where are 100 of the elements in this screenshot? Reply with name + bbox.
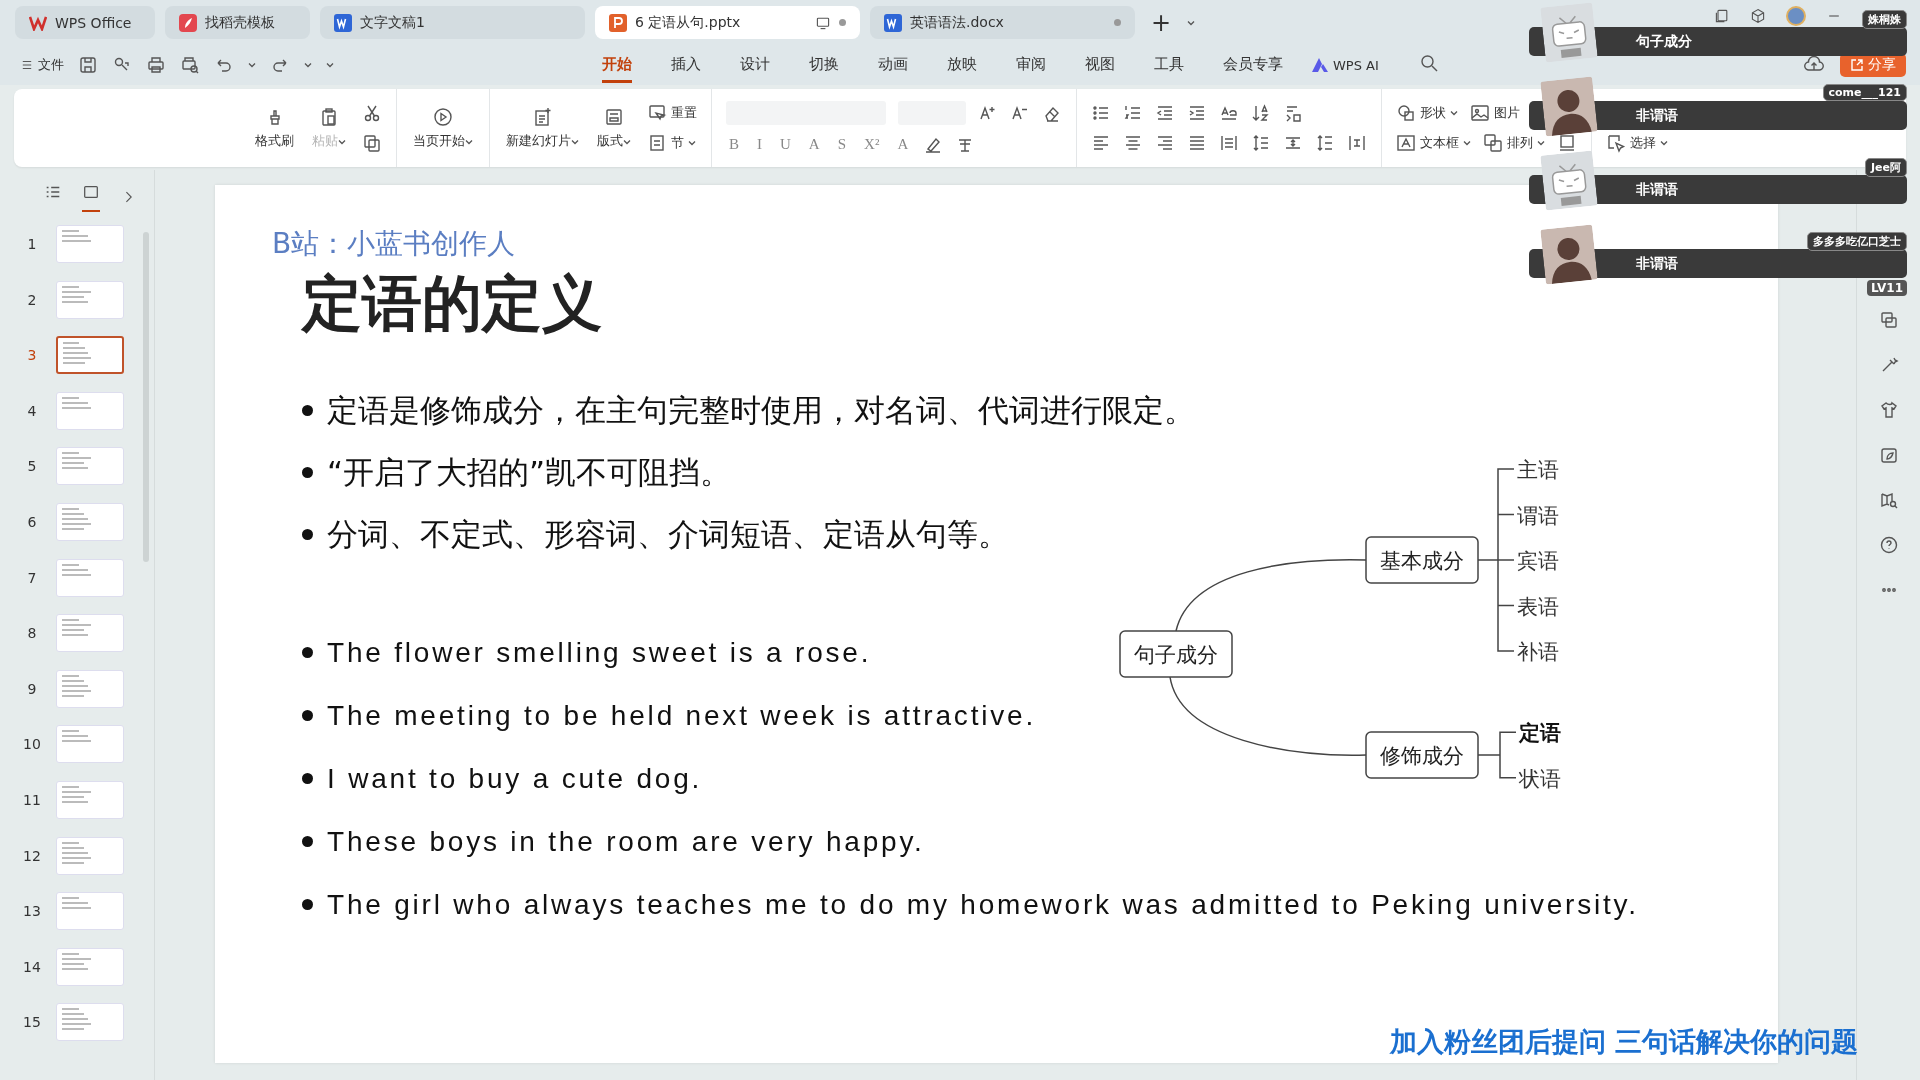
ribbon-tab[interactable]: 视图 (1085, 47, 1115, 83)
format-button[interactable]: S (834, 135, 850, 153)
format-button[interactable]: U (777, 135, 794, 153)
bullet-list-icon[interactable] (1091, 103, 1111, 123)
reset-icon[interactable] (647, 103, 667, 123)
ribbon-button[interactable]: 节 (647, 133, 696, 153)
level-label: LV11 (1867, 280, 1907, 296)
search-icon[interactable] (1418, 53, 1439, 73)
bullet-text: 分词、不定式、形容词、介词短语、定语从句等。 (327, 515, 1009, 554)
distribute-icon[interactable] (1219, 133, 1239, 153)
bullet-dot (302, 836, 313, 847)
slide-number: 9 (26, 680, 38, 697)
format-button[interactable]: A (805, 135, 823, 153)
ribbon-button[interactable]: 新建幻灯片 (504, 102, 581, 154)
ribbon-tab[interactable]: 会员专享 (1223, 47, 1283, 83)
slide-number: 8 (26, 625, 38, 642)
spacing-icon[interactable] (1315, 133, 1335, 153)
ribbon-tab[interactable]: 工具 (1154, 47, 1184, 83)
cube-icon[interactable] (1750, 8, 1766, 24)
ribbon-button[interactable]: 选择 (1606, 133, 1668, 153)
slide-thumbnail[interactable] (56, 336, 124, 375)
ai-button[interactable]: WPS AI (1311, 57, 1379, 73)
fill-icon[interactable] (1557, 133, 1577, 153)
align-center-icon[interactable] (1123, 133, 1143, 153)
slide-add-icon[interactable] (532, 106, 553, 127)
slide-number: 5 (26, 458, 38, 475)
outdent-icon[interactable] (1155, 103, 1175, 123)
ribbon-tab[interactable]: 插入 (671, 47, 701, 83)
ribbon-button[interactable]: 文本框 (1396, 133, 1471, 153)
arrange-icon[interactable] (1483, 133, 1503, 153)
document-tab[interactable]: 英语语法.docx (870, 6, 1135, 39)
leaf-label: 状语 (1519, 766, 1561, 791)
bullet-text: The girl who always teaches me to do my homework was admitted to Peking university. (327, 888, 1639, 922)
mindmap-node: 基本成分 (1365, 536, 1479, 584)
slide-title: 定语的定义 (302, 268, 603, 338)
image-icon[interactable] (1470, 103, 1490, 123)
format-button[interactable]: X² (861, 135, 883, 153)
ribbon-tab[interactable]: 开始 (602, 47, 632, 83)
align-left-icon[interactable] (1091, 133, 1111, 153)
ribbon-button[interactable]: 版式 (595, 102, 633, 154)
book-search-icon[interactable] (1878, 490, 1899, 510)
slide-number: 12 (22, 847, 42, 864)
slide-number: 7 (26, 569, 38, 586)
print-icon[interactable] (146, 55, 166, 75)
select-icon[interactable] (1606, 133, 1626, 153)
ribbon-tab[interactable]: 设计 (740, 47, 770, 83)
leaf-frame-icon[interactable] (1878, 445, 1899, 465)
slide-number: 15 (22, 1014, 42, 1031)
align-right-icon[interactable] (1155, 133, 1175, 153)
layout-icon[interactable] (604, 106, 624, 127)
indent-icon[interactable] (1187, 103, 1207, 123)
file-menu[interactable]: 文件 (20, 56, 64, 74)
textbox-icon[interactable] (1396, 133, 1416, 153)
document-tab[interactable]: 文字文稿1 (320, 6, 585, 39)
line-spacing-icon[interactable] (1251, 133, 1271, 153)
caret-icon (304, 62, 312, 68)
document-icon (334, 13, 352, 32)
bullet-text: The flower smelling sweet is a rose. (327, 636, 872, 670)
bullet-dot (302, 899, 313, 910)
ribbon-button[interactable]: 重置 (647, 103, 697, 123)
format-button[interactable]: A (894, 135, 912, 153)
shirt-icon[interactable] (1878, 400, 1899, 420)
document-tab[interactable]: 6 定语从句.pptx (595, 6, 860, 39)
bullet-dot (302, 710, 313, 721)
ribbon-button[interactable]: 格式刷 (253, 102, 296, 154)
leaf-label: 补语 (1517, 640, 1559, 664)
shape-icon[interactable] (1396, 103, 1416, 123)
document-tab[interactable]: WPS Office (15, 6, 155, 39)
section-icon[interactable] (647, 133, 667, 153)
windows-icon[interactable] (1714, 8, 1730, 24)
user-avatar[interactable] (1786, 6, 1806, 26)
slide-number: 14 (22, 958, 42, 975)
bullet-text: I want to buy a cute dog. (327, 762, 703, 796)
ribbon-tab[interactable]: 切换 (809, 47, 839, 83)
ribbon-tab[interactable]: 动画 (878, 47, 908, 83)
justify-icon[interactable] (1187, 133, 1207, 153)
leaf-label: 主语 (1517, 458, 1559, 482)
ribbon-button[interactable]: 排列 (1483, 133, 1545, 153)
ribbon-button[interactable]: 形状 (1396, 103, 1458, 123)
new-tab-button[interactable]: + (1145, 8, 1178, 37)
leaf-icon (179, 13, 197, 32)
document-tab[interactable]: 找稻壳模板 (165, 6, 310, 39)
sort-icon[interactable] (1251, 103, 1271, 123)
ribbon-tab[interactable]: 审阅 (1016, 47, 1046, 83)
bullet-text: These boys in the room are very happy. (327, 825, 925, 859)
copy-icon[interactable] (362, 133, 382, 153)
menu-icon[interactable] (20, 58, 34, 72)
play-icon[interactable] (433, 106, 453, 127)
help-icon[interactable] (1878, 535, 1899, 555)
format-button[interactable]: B (726, 135, 742, 153)
scissors-icon[interactable] (362, 103, 382, 123)
format-button[interactable]: I (754, 135, 765, 153)
save-icon[interactable] (78, 55, 98, 75)
text-align-icon[interactable] (1347, 133, 1367, 153)
ribbon-button[interactable]: 图片 (1470, 103, 1520, 123)
ribbon-tab[interactable]: 放映 (947, 47, 977, 83)
ribbon-button[interactable]: 当页开始 (411, 102, 475, 154)
print-preview-icon[interactable] (180, 55, 200, 75)
slide-switch-icon[interactable] (1878, 310, 1899, 330)
username-badge: 多多多吃亿口芝士 (1807, 232, 1907, 251)
